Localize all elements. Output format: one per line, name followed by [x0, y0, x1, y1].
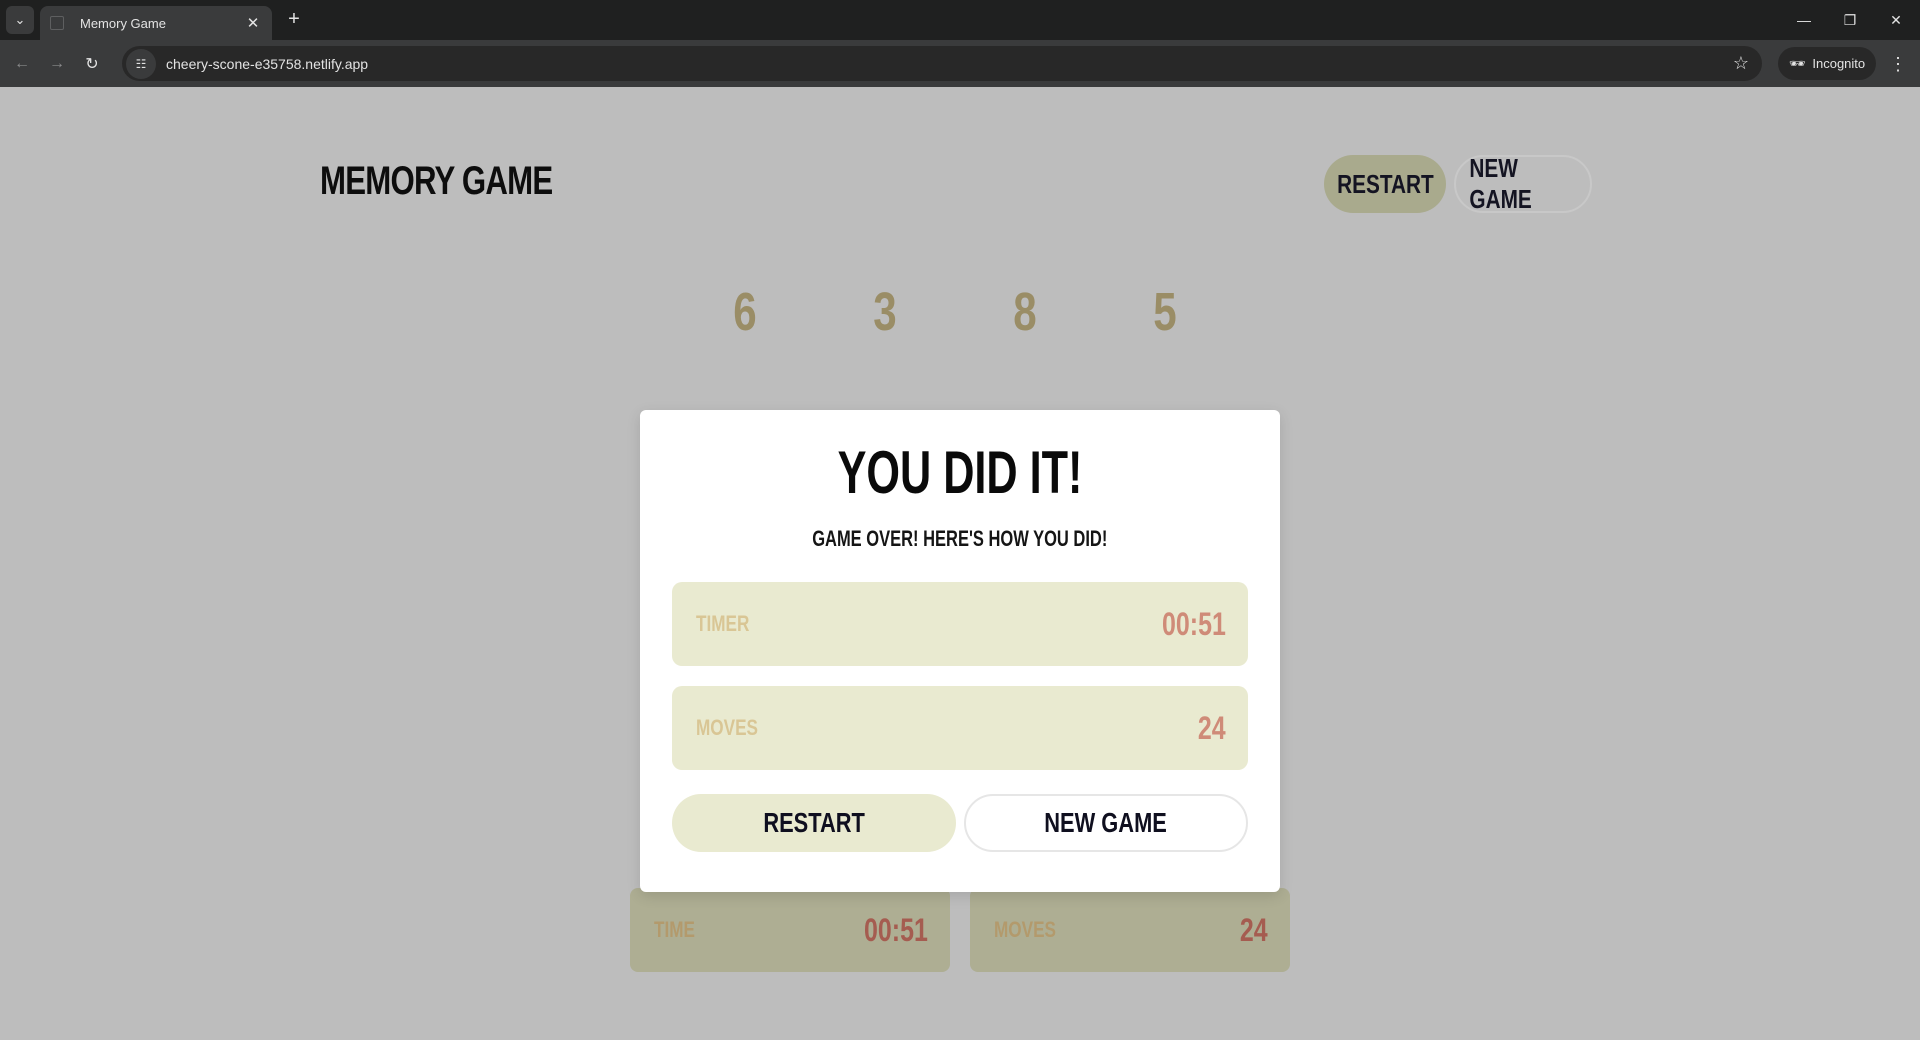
moves-stat: MOVES 24 [970, 888, 1290, 972]
game-over-modal: YOU DID IT! GAME OVER! HERE'S HOW YOU DI… [640, 410, 1280, 892]
moves-result-value: 24 [1198, 709, 1226, 746]
modal-restart-label: RESTART [763, 807, 865, 838]
modal-title: YOU DID IT! [640, 438, 1280, 507]
page-title: MEMORY GAME [320, 159, 553, 203]
tab-title: Memory Game [80, 15, 166, 31]
browser-toolbar: ← → ↻ ☷ cheery-scone-e35758.netlify.app … [0, 40, 1920, 87]
modal-restart-button[interactable]: RESTART [672, 794, 956, 852]
page-icon [50, 16, 64, 30]
new-tab-button[interactable]: + [282, 8, 306, 32]
card-value[interactable]: 5 [1153, 281, 1176, 337]
moves-stat-value: 24 [1240, 911, 1268, 948]
close-tab-icon[interactable]: ✕ [244, 14, 262, 32]
timer-result-value: 00:51 [1162, 605, 1226, 642]
time-stat-value: 00:51 [864, 911, 928, 948]
card-value[interactable]: 6 [733, 281, 756, 337]
time-stat: TIME 00:51 [630, 888, 950, 972]
site-settings-icon[interactable]: ☷ [126, 48, 156, 79]
bookmark-star-icon[interactable]: ☆ [1726, 53, 1756, 74]
moves-result-label: MOVES [696, 715, 758, 740]
restore-button[interactable]: ❐ [1836, 6, 1864, 34]
modal-title-text: YOU DID IT! [837, 439, 1083, 506]
forward-button[interactable]: → [43, 50, 71, 78]
browser-tab[interactable]: Memory Game ✕ [40, 6, 272, 40]
browser-tab-bar: ⌄ Memory Game ✕ + — ❐ ✕ [0, 0, 1920, 40]
close-window-button[interactable]: ✕ [1882, 6, 1910, 34]
header-new-game-label: NEW GAME [1469, 153, 1532, 214]
back-button[interactable]: ← [8, 50, 36, 78]
address-bar[interactable]: ☷ cheery-scone-e35758.netlify.app ☆ [122, 46, 1762, 81]
modal-new-game-button[interactable]: NEW GAME [964, 794, 1248, 852]
moves-result: MOVES 24 [672, 686, 1248, 770]
card-value[interactable]: 3 [873, 281, 896, 337]
browser-menu-icon[interactable]: ⋮ [1884, 50, 1912, 78]
timer-result: TIMER 00:51 [672, 582, 1248, 666]
header-new-game-button[interactable]: NEW GAME [1454, 153, 1592, 214]
modal-subtitle-text: GAME OVER! HERE'S HOW YOU DID! [812, 526, 1108, 551]
moves-stat-label: MOVES [994, 917, 1056, 942]
timer-result-label: TIMER [696, 611, 750, 636]
page-content: MEMORY GAME RESTART NEW GAME 6 3 8 5 TIM… [0, 87, 1920, 1040]
modal-subtitle: GAME OVER! HERE'S HOW YOU DID! [640, 526, 1280, 552]
tab-list-button[interactable]: ⌄ [6, 6, 34, 34]
game-board: 6 3 8 5 [700, 277, 1260, 337]
header-restart-label: RESTART [1336, 168, 1434, 199]
incognito-label: Incognito [1812, 56, 1866, 71]
incognito-indicator[interactable]: 🕶 Incognito [1778, 47, 1876, 80]
reload-button[interactable]: ↻ [78, 50, 106, 78]
modal-new-game-label: NEW GAME [1044, 807, 1168, 838]
card-value[interactable]: 8 [1013, 281, 1036, 337]
time-stat-label: TIME [654, 917, 695, 942]
minimize-button[interactable]: — [1790, 6, 1818, 34]
url-text[interactable]: cheery-scone-e35758.netlify.app [166, 56, 1726, 72]
header-restart-button[interactable]: RESTART [1324, 155, 1446, 213]
incognito-icon: 🕶 [1788, 55, 1806, 71]
